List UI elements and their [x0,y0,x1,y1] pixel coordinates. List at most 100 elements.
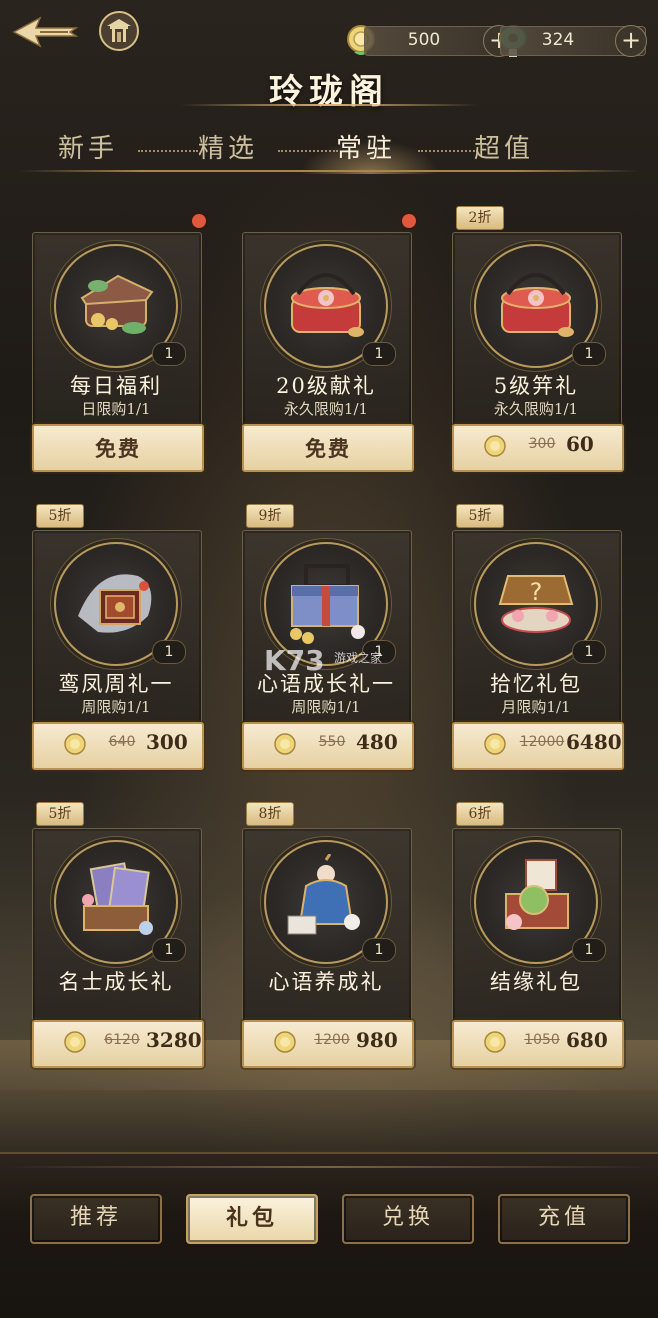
nav-recharge-button[interactable]: 充值 [498,1194,630,1244]
notification-dot [192,214,206,228]
tab-bar-line [18,170,640,172]
original-price: 1200 [314,1032,350,1048]
sale-price: 6480 [566,730,622,754]
svg-text:?: ? [530,578,543,606]
purchase-limit: 永久限购1/1 [493,400,579,418]
discount-badge: 9折 [246,504,294,528]
sale-price: 680 [566,1028,608,1052]
tab-featured[interactable]: 精选 [178,128,278,165]
svg-text:游戏之家: 游戏之家 [334,650,382,665]
buy-button[interactable]: 640 300 [32,722,204,770]
sale-price: 300 [146,730,188,754]
pavilion-icon [99,11,139,51]
gift-name: 心语养成礼 [268,970,384,994]
item-quantity: 1 [152,640,186,664]
discount-badge: 5折 [456,504,504,528]
gift-name: 20级献礼 [276,374,376,398]
nav-recommend-button[interactable]: 推荐 [30,1194,162,1244]
gift-name: 名士成长礼 [58,970,174,994]
original-price: 550 [318,734,346,750]
gift-card-heart-nurture: 8折 1 心语养成礼 1200 980 [242,802,414,1070]
gift-name: 结缘礼包 [490,970,582,994]
gift-name: 鸾凤周礼一 [58,672,174,696]
buy-button[interactable]: 12000 6480 [452,722,624,770]
red-gift-box-icon [501,273,574,337]
purchase-limit: 周限购1/1 [81,698,151,716]
buy-button[interactable]: 1050 680 [452,1020,624,1068]
sale-price: 980 [356,1028,398,1052]
claim-free-button[interactable]: 免费 [32,424,204,472]
add-jade-button[interactable]: + [615,25,647,57]
original-price: 6120 [104,1032,140,1048]
gift-card-level20: 1 20级献礼 永久限购1/1 免费 [242,214,416,474]
sale-price: 3280 [146,1028,202,1052]
gold-coin-icon [484,1031,506,1053]
back-arrow-icon [12,16,79,48]
gold-coin-value: 500 [407,30,441,50]
item-quantity: 1 [152,342,186,366]
nav-gift-pack-button[interactable]: 礼包 [186,1194,318,1244]
gold-coin-icon [64,733,86,755]
gift-card-scholar-growth: 5折 1 名士成长礼 6120 3280 [32,802,204,1070]
claim-free-button[interactable]: 免费 [242,424,414,472]
item-quantity: 1 [362,938,396,962]
watermark-logo: K73 游戏之家 [262,640,402,680]
back-button[interactable] [10,12,80,52]
item-quantity: 1 [572,342,606,366]
free-label: 免费 [95,436,141,461]
original-price: 1050 [524,1032,560,1048]
jade-value: 324 [541,30,575,50]
sale-price: 60 [566,432,594,456]
sale-price: 480 [356,730,398,754]
purchase-limit: 日限购1/1 [81,400,151,418]
scholar-figure-icon [287,854,360,935]
gift-card-level5: 2折 1 5级笄礼 永久限购1/1 300 60 [452,206,624,474]
purchase-limit: 永久限购1/1 [283,400,369,418]
gold-coin-icon [274,733,296,755]
tab-permanent[interactable]: 常驻 [316,128,416,165]
item-quantity: 1 [572,938,606,962]
buy-button[interactable]: 300 60 [452,424,624,472]
scroll-gift-icon [505,859,569,930]
gift-card-memories: 5折 ? 1 拾忆礼包 月限购1/1 12000 6480 [452,504,624,772]
blue-gift-box-icon [290,564,365,644]
original-price: 12000 [519,734,565,750]
nav-exchange-button[interactable]: 兑换 [342,1194,474,1244]
discount-badge: 5折 [36,802,84,826]
item-quantity: 1 [152,938,186,962]
tab-newbie[interactable]: 新手 [38,128,138,165]
buy-button[interactable]: 6120 3280 [32,1020,204,1068]
free-label: 免费 [305,436,351,461]
buy-button[interactable]: 1200 980 [242,1020,414,1068]
gold-coin-counter: 500 + [364,25,515,57]
item-quantity: 1 [362,342,396,366]
purchase-limit: 周限购1/1 [291,698,361,716]
buy-button[interactable]: 550 480 [242,722,414,770]
discount-badge: 5折 [36,504,84,528]
discount-badge: 2折 [456,206,504,230]
notification-dot [402,214,416,228]
gift-name: 拾忆礼包 [490,672,582,696]
book-chest-icon [82,862,153,935]
treasure-chest-icon [80,274,154,334]
original-price: 300 [528,436,556,452]
red-gift-box-icon [291,273,364,337]
original-price: 640 [108,734,136,750]
gold-coin-icon [274,1031,296,1053]
tab-super-value[interactable]: 超值 [454,128,554,165]
discount-badge: 8折 [246,802,294,826]
pavilion-button[interactable] [98,10,140,52]
phoenix-chest-icon [78,574,152,633]
gift-card-bond: 6折 1 结缘礼包 1050 680 [452,802,624,1070]
item-quantity: 1 [572,640,606,664]
category-tabs: 新手 精选 常驻 超值 [20,128,638,174]
gift-card-daily: 1 每日福利 日限购1/1 免费 [32,214,206,474]
gift-name: 每日福利 [70,374,162,398]
title-underline [180,104,478,106]
gold-coin-icon [64,1031,86,1053]
gold-coin-icon [484,733,506,755]
gift-name: 5级笄礼 [493,374,579,398]
gift-card-phoenix-weekly: 5折 1 鸾凤周礼一 周限购1/1 640 300 [32,504,204,772]
mystery-gift-icon: ? [498,575,574,633]
gold-coin-icon [484,435,506,457]
